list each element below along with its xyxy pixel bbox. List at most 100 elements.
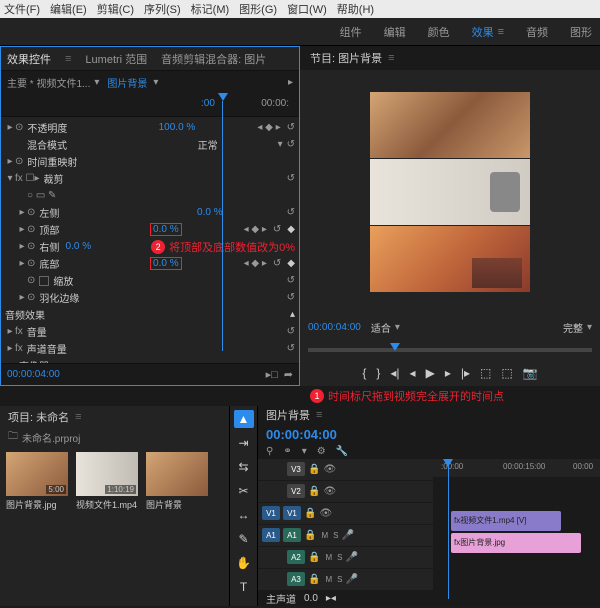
tab-assembly[interactable]: 组件: [340, 24, 362, 40]
tab-editing[interactable]: 编辑: [384, 24, 406, 40]
lock-icon[interactable]: 🔒: [308, 464, 320, 475]
tab-graphics[interactable]: 图形: [570, 24, 592, 40]
twirl-icon[interactable]: ▸: [5, 122, 15, 133]
source-a1[interactable]: A1: [262, 528, 280, 542]
menu-win[interactable]: 窗口(W): [287, 1, 327, 17]
zoom-checkbox[interactable]: [39, 276, 49, 286]
clip-item[interactable]: 5:00图片背景.jpg: [6, 452, 68, 511]
menu-help[interactable]: 帮助(H): [337, 1, 374, 17]
program-timecode[interactable]: 00:00:04:00: [308, 322, 361, 333]
timeline-clip-image[interactable]: fx 图片背景.jpg: [451, 533, 581, 553]
annotation-2: 2将顶部及底部数值改为0%: [151, 239, 295, 255]
export-frame-icon[interactable]: 📷: [523, 366, 538, 380]
ripple-edit-icon[interactable]: ⇆: [234, 458, 254, 476]
blend-value[interactable]: 正常: [198, 137, 218, 152]
reset-icon[interactable]: ↺: [287, 122, 295, 133]
top-value[interactable]: 0.0 %: [150, 223, 182, 236]
menu-clip[interactable]: 剪辑(C): [97, 1, 134, 17]
mark-out-icon[interactable]: }: [376, 366, 380, 380]
prop-right[interactable]: 右侧: [39, 239, 59, 254]
effect-properties: ▸⊙不透明度100.0 %◂ ◆ ▸↺ 混合模式正常▾↺ ▸⊙时间重映射 ▾fx…: [1, 117, 299, 363]
program-scrubber[interactable]: [300, 340, 600, 360]
track-select-icon[interactable]: ⇥: [234, 434, 254, 452]
project-bin[interactable]: 5:00图片背景.jpg 1:10:19视频文件1.mp4 图片背景: [0, 446, 229, 606]
step-fwd-icon[interactable]: ▸: [445, 366, 451, 380]
transport-controls: { } ◂| ◂ ▶ ▸ |▸ ⬚ ⬚ 📷: [300, 360, 600, 386]
project-title: 项目: 未命名: [8, 409, 69, 425]
left-value[interactable]: 0.0 %: [197, 207, 223, 218]
workspace-tabs: 组件 编辑 颜色 效果≡ 音频 图形: [0, 18, 600, 46]
prop-left[interactable]: 左侧: [39, 205, 59, 220]
timeline-playhead[interactable]: [448, 459, 449, 599]
mic-icon[interactable]: 🎤: [341, 530, 353, 541]
prop-feather[interactable]: 羽化边缘: [39, 290, 79, 305]
timeline-tracks-area[interactable]: :00:00 00:00:15:00 00:00 fx 视频文件1.mp4 [V…: [433, 459, 600, 591]
master-track-label: 主声道: [266, 591, 296, 606]
tool-palette: ▲ ⇥ ⇆ ✂ ↔ ✎ ✋ T: [230, 406, 258, 606]
mark-in-icon[interactable]: {: [362, 366, 366, 380]
effects-timecode[interactable]: 00:00:04:00: [7, 369, 60, 380]
clip-item[interactable]: 1:10:19视频文件1.mp4: [76, 452, 138, 511]
selection-tool-icon[interactable]: ▲: [234, 410, 254, 428]
hand-tool-icon[interactable]: ✋: [234, 554, 254, 572]
pen-tool-icon[interactable]: ✎: [234, 530, 254, 548]
settings-icon[interactable]: ⚙: [317, 446, 326, 457]
opacity-value[interactable]: 100.0 %: [159, 122, 196, 133]
menu-edit[interactable]: 编辑(E): [50, 1, 87, 17]
preview-content: [370, 92, 530, 292]
menu-bar: 文件(F) 编辑(E) 剪辑(C) 序列(S) 标记(M) 图形(G) 窗口(W…: [0, 0, 600, 18]
timeline-clip-video[interactable]: fx 视频文件1.mp4 [V]: [451, 511, 561, 531]
prop-volume[interactable]: 音量: [27, 324, 47, 339]
effects-play-icon[interactable]: ▸□: [266, 369, 278, 381]
wrench-icon[interactable]: 🔧: [336, 446, 348, 457]
next-frame-icon[interactable]: |▸: [461, 366, 470, 380]
bottom-value[interactable]: 0.0 %: [150, 257, 182, 270]
prop-chvol[interactable]: 声道音量: [27, 341, 67, 356]
program-viewport[interactable]: [300, 70, 600, 314]
panel-tab-audiomix[interactable]: 音频剪辑混合器: 图片: [161, 51, 266, 67]
right-value[interactable]: 0.0 %: [66, 241, 92, 252]
effects-share-icon[interactable]: ➦: [284, 369, 293, 381]
link-icon[interactable]: ⚭: [283, 446, 291, 457]
program-monitor: 节目: 图片背景≡ 00:00:04:00 适合▾ 完整▾ { } ◂| ◂ ▶…: [300, 46, 600, 386]
marker-icon[interactable]: ▾: [302, 446, 307, 457]
effects-mini-timeline[interactable]: :00 00:00:: [1, 93, 299, 117]
menu-graph[interactable]: 图形(G): [239, 1, 277, 17]
prop-top[interactable]: 顶部: [39, 222, 59, 237]
effect-crop[interactable]: 裁剪: [44, 171, 64, 186]
lift-icon[interactable]: ⬚: [480, 366, 491, 380]
meter-icon[interactable]: ▸◂: [326, 593, 336, 604]
quality-full[interactable]: 完整: [563, 320, 583, 335]
sequence-name: 图片背景: [266, 407, 310, 423]
prop-bottom[interactable]: 底部: [39, 256, 59, 271]
panel-tab-effects[interactable]: 效果控件: [7, 51, 51, 67]
prop-zoom[interactable]: 缩放: [53, 273, 73, 288]
prop-remap[interactable]: 时间重映射: [27, 154, 77, 169]
extract-icon[interactable]: ⬚: [501, 366, 512, 380]
snap-icon[interactable]: ⚲: [266, 446, 273, 457]
step-back-icon[interactable]: ◂: [410, 366, 416, 380]
play-icon[interactable]: ▶: [426, 366, 435, 380]
eye-icon[interactable]: 👁: [323, 464, 336, 475]
clip-source-label: 主要 * 视频文件1...▾图片背景▾ ▸: [1, 71, 299, 93]
tab-color[interactable]: 颜色: [428, 24, 450, 40]
timeline-timecode[interactable]: 00:00:04:00: [266, 427, 337, 442]
panel-tab-lumetri[interactable]: Lumetri 范围: [85, 51, 147, 67]
prev-frame-icon[interactable]: ◂|: [390, 366, 399, 380]
menu-mark[interactable]: 标记(M): [191, 1, 230, 17]
playhead-icon[interactable]: [390, 343, 400, 351]
source-v1[interactable]: V1: [262, 506, 280, 520]
slip-tool-icon[interactable]: ↔: [234, 506, 254, 524]
zoom-fit[interactable]: 适合: [371, 320, 391, 335]
tab-audio[interactable]: 音频: [526, 24, 548, 40]
annotation-1: 1时间标尺拖到视频完全展开的时间点: [0, 386, 600, 406]
prop-opacity[interactable]: 不透明度: [27, 120, 67, 135]
time-ruler[interactable]: :00:00 00:00:15:00 00:00: [433, 459, 600, 477]
type-tool-icon[interactable]: T: [234, 578, 254, 596]
menu-seq[interactable]: 序列(S): [144, 1, 181, 17]
tab-effects[interactable]: 效果: [472, 24, 494, 40]
razor-tool-icon[interactable]: ✂: [234, 482, 254, 500]
playhead-icon[interactable]: [218, 93, 228, 101]
clip-item[interactable]: 图片背景: [146, 452, 208, 511]
menu-file[interactable]: 文件(F): [4, 1, 40, 17]
